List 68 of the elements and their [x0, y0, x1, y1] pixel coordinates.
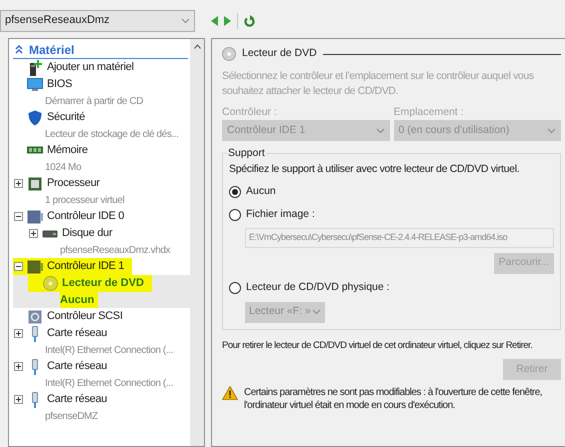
network-adapter-icon — [31, 326, 39, 342]
tree-item[interactable]: BIOS — [13, 76, 80, 93]
expand-icon[interactable] — [14, 362, 22, 371]
caret-icon — [312, 309, 321, 316]
monitor-icon — [27, 78, 43, 92]
tree-item-detail: 1024 Mo — [45, 160, 82, 174]
tree-item-detail: Intel(R) Ethernet Connection (... — [45, 344, 174, 358]
shield-icon — [28, 110, 42, 126]
scrollbar[interactable] — [190, 39, 204, 446]
radio-button[interactable] — [229, 186, 241, 198]
expand-icon[interactable] — [14, 329, 22, 338]
tree-item[interactable]: Sécurité — [13, 109, 93, 126]
expand-icon[interactable] — [14, 395, 22, 404]
controller-icon — [28, 310, 42, 324]
collapse-icon[interactable] — [14, 262, 22, 271]
tree-item[interactable]: Contrôleur SCSI — [13, 308, 131, 325]
section-heading: Matériel — [29, 42, 74, 58]
tree-item-detail: Aucun — [60, 292, 98, 308]
controller-icon — [27, 210, 43, 224]
radio-button[interactable] — [229, 208, 241, 221]
tree-item-detail: Lecteur de stockage de clé dés... — [45, 128, 180, 142]
instruction: Spécifiez le support à utiliser avec votre lecteur de CD/DVD virtuel. — [229, 162, 520, 177]
disc-icon — [42, 276, 58, 291]
expand-icon[interactable] — [14, 179, 22, 188]
memory-icon — [27, 146, 43, 155]
tree-item[interactable]: Mémoire — [13, 142, 96, 159]
caret-icon — [376, 128, 384, 134]
tree-item-detail: 1 processeur virtuel — [45, 194, 126, 208]
tree-item[interactable]: Carte réseau — [13, 325, 115, 342]
warning-message: Certains paramètres ne sont pas modifiables : à l'ouverture de cette fenêtre, l'ordinateur virtuel était en mode en cours d'exécution. — [244, 386, 544, 412]
refresh-icon[interactable] — [244, 14, 255, 26]
collapse-icon[interactable] — [14, 212, 22, 221]
disc-icon — [222, 47, 236, 61]
tree-item[interactable]: Carte réseau — [13, 358, 115, 375]
back-icon[interactable] — [211, 16, 218, 26]
section-title: Lecteur de DVD — [242, 46, 317, 62]
radio-option[interactable]: Lecteur de CD/DVD physique : — [229, 278, 390, 297]
field-label: Contrôleur : — [222, 105, 278, 120]
tree-item[interactable]: Lecteur de DVD — [28, 275, 152, 292]
add-hardware-icon — [28, 60, 42, 76]
tree-item[interactable]: Contrôleur IDE 0 — [13, 208, 132, 225]
tree-item-detail: pfsenseDMZ — [45, 410, 99, 424]
remove-hint: Pour retirer le lecteur de CD/DVD virtuel de cet ordinateur virtuel, cliquez sur Retirer. — [222, 338, 532, 353]
chip-icon — [28, 176, 42, 190]
tree-item[interactable]: Carte réseau — [13, 391, 115, 408]
controller-icon — [27, 260, 43, 274]
network-adapter-icon — [31, 358, 39, 374]
tree-item[interactable]: Disque dur — [28, 225, 120, 242]
caret-icon — [547, 128, 556, 134]
vm-dropdown[interactable]: pfsenseReseauxDmz — [0, 10, 195, 32]
radio-option[interactable]: Fichier image : — [229, 206, 315, 224]
tree-item-detail: Démarrer à partir de CD — [45, 94, 144, 108]
drive-icon — [42, 230, 58, 238]
tree-item[interactable]: Processeur — [13, 175, 108, 192]
tree-item[interactable]: Contrôleur IDE 1 — [13, 258, 132, 275]
caret-icon — [181, 18, 190, 24]
radio-option[interactable]: Aucun — [229, 182, 276, 201]
forward-icon[interactable] — [224, 16, 231, 26]
tree-item-detail: pfsenseReseauxDmz.vhdx — [60, 244, 172, 258]
radio-button[interactable] — [229, 282, 241, 294]
tree-item-detail: Intel(R) Ethernet Connection (... — [45, 376, 174, 390]
network-adapter-icon — [31, 392, 39, 408]
tree-item[interactable]: Ajouter un matériel — [13, 59, 142, 76]
expand-icon[interactable] — [28, 229, 38, 238]
scroll-up-icon[interactable] — [194, 44, 200, 49]
description: Sélectionnez le contrôleur et l’emplacement sur le contrôleur auquel vous souhaitez attacher le lecteur de CD/DVD. — [222, 69, 535, 99]
field-label: Emplacement : — [394, 105, 465, 120]
warning-icon — [222, 386, 238, 400]
